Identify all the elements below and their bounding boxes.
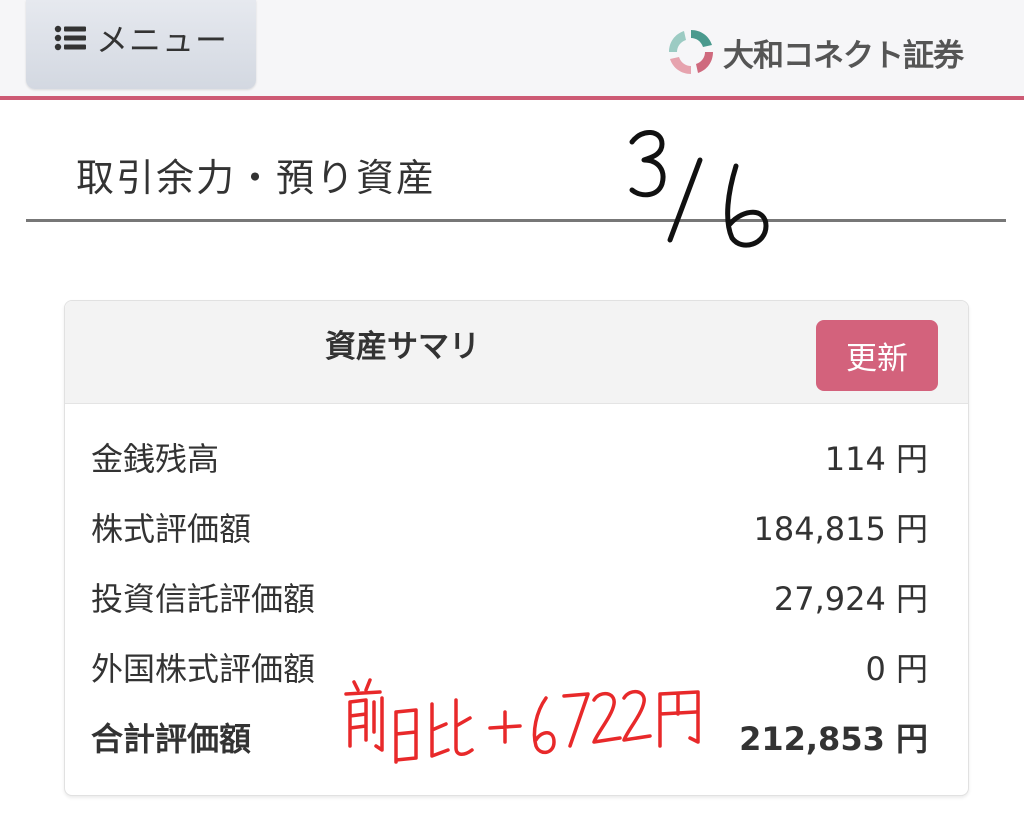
row-label: 外国株式評価額 (91, 650, 316, 688)
menu-list-icon (54, 25, 86, 50)
row-label: 投資信託評価額 (91, 580, 316, 618)
menu-button[interactable]: メニュー (26, 0, 256, 89)
card-title: 資産サマリ (325, 329, 480, 365)
page-title: 取引余力・預り資産 (76, 156, 437, 200)
row-label: 株式評価額 (91, 510, 252, 548)
handwritten-change-note (344, 678, 700, 764)
row-value: 114 円 (824, 440, 928, 478)
row-value: 27,924 円 (773, 580, 928, 618)
brand-logo[interactable]: 大和コネクト証券 (665, 26, 964, 78)
row-label: 金銭残高 (91, 440, 220, 478)
row-value: 184,815 円 (753, 510, 928, 548)
header-accent-line (0, 96, 1024, 100)
summary-row-cash: 金銭残高 114 円 (65, 426, 968, 486)
refresh-button[interactable]: 更新 (816, 320, 938, 391)
summary-row-funds: 投資信託評価額 27,924 円 (65, 566, 968, 626)
total-label: 合計評価額 (91, 720, 252, 758)
brand-mark-icon (669, 30, 713, 74)
row-value: 0 円 (865, 650, 928, 688)
handwritten-date-note (629, 130, 769, 248)
card-header: 資産サマリ 更新 (65, 301, 968, 404)
total-value: 212,853 円 (739, 720, 928, 758)
summary-row-stocks: 株式評価額 184,815 円 (65, 496, 968, 556)
menu-label: メニュー (95, 20, 228, 59)
title-divider (26, 219, 1006, 222)
brand-name: 大和コネクト証券 (723, 37, 964, 74)
